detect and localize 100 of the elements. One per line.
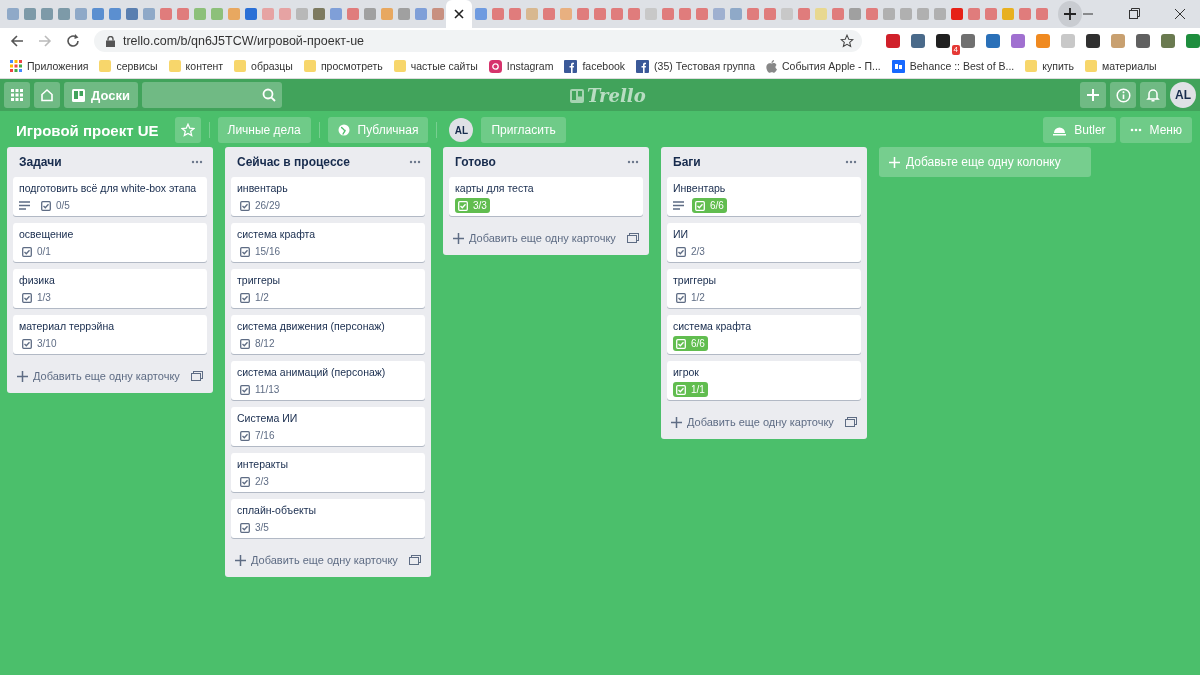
task-card[interactable]: освещение 0/1 <box>13 223 207 262</box>
card-title: Система ИИ <box>237 412 299 424</box>
list-title[interactable]: Баги <box>673 155 701 169</box>
checklist-count: 2/3 <box>673 244 708 259</box>
add-button[interactable] <box>1080 82 1106 108</box>
template-icon[interactable] <box>845 416 857 428</box>
list-title[interactable]: Сейчас в процессе <box>237 155 350 169</box>
bookmark[interactable]: facebook <box>564 59 626 73</box>
folder-icon <box>303 59 316 73</box>
extension-icon[interactable] <box>986 34 1000 48</box>
bookmark-star-icon[interactable] <box>840 34 854 48</box>
more-icon[interactable] <box>409 160 421 164</box>
checkbox-icon <box>22 338 32 349</box>
extension-icon[interactable] <box>961 34 975 48</box>
maximize-icon[interactable] <box>1128 8 1140 20</box>
forward-icon[interactable] <box>37 34 52 48</box>
add-card-button[interactable]: Добавить еще одну карточку <box>671 416 834 428</box>
board-icon <box>72 88 85 102</box>
apps-button[interactable] <box>4 82 30 108</box>
task-card[interactable]: система анимаций (персонаж) 11/13 <box>231 361 425 400</box>
close-icon[interactable] <box>1174 8 1186 20</box>
task-card[interactable]: триггеры 1/2 <box>231 269 425 308</box>
task-card[interactable]: Система ИИ 7/16 <box>231 407 425 446</box>
bookmark[interactable]: просмотреть <box>303 59 383 73</box>
bookmark[interactable]: События Apple - П... <box>766 59 881 73</box>
checkbox-icon <box>240 476 250 487</box>
bookmark[interactable]: (35) Тестовая группа <box>636 59 756 73</box>
info-button[interactable] <box>1110 82 1136 108</box>
task-card[interactable]: подготовить всё для white-box этапа 0/5 <box>13 177 207 216</box>
checklist-badge: 1/1 <box>673 382 708 397</box>
task-card[interactable]: система крафта 6/6 <box>667 315 861 354</box>
task-card[interactable]: система крафта 15/16 <box>231 223 425 262</box>
checkbox-icon <box>22 292 32 303</box>
task-card[interactable]: инвентарь 26/29 <box>231 177 425 216</box>
task-card[interactable]: интеракты 2/3 <box>231 453 425 492</box>
checklist-count: 2/3 <box>237 474 272 489</box>
close-icon[interactable] <box>454 9 464 19</box>
list-title[interactable]: Готово <box>455 155 496 169</box>
extension-icon[interactable] <box>886 34 900 48</box>
extension-icon[interactable] <box>1086 34 1100 48</box>
task-card[interactable]: физика 1/3 <box>13 269 207 308</box>
member-avatar[interactable]: AL <box>449 118 474 142</box>
task-card[interactable]: система движения (персонаж) 8/12 <box>231 315 425 354</box>
task-card[interactable]: Инвентарь 6/6 <box>667 177 861 216</box>
grid-icon <box>11 89 23 101</box>
checklist-count: 0/1 <box>19 244 54 259</box>
bookmark[interactable]: контент <box>168 59 224 73</box>
card-title: материал террэйна <box>19 320 116 332</box>
template-icon[interactable] <box>409 554 421 566</box>
extension-icon[interactable] <box>1136 34 1150 48</box>
task-card[interactable]: игрок 1/1 <box>667 361 861 400</box>
task-card[interactable]: материал террэйна 3/10 <box>13 315 207 354</box>
plus-icon <box>235 554 246 566</box>
task-card[interactable]: ИИ 2/3 <box>667 223 861 262</box>
task-card[interactable]: триггеры 1/2 <box>667 269 861 308</box>
add-card-button[interactable]: Добавить еще одну карточку <box>17 370 180 382</box>
home-button[interactable] <box>34 82 60 108</box>
user-avatar[interactable]: AL <box>1170 82 1196 108</box>
bookmark[interactable]: Приложения <box>10 60 89 72</box>
more-icon[interactable] <box>845 160 857 164</box>
folder-icon <box>99 59 112 73</box>
card-title: система крафта <box>237 228 317 240</box>
task-card[interactable]: карты для теста 3/3 <box>449 177 643 216</box>
reload-icon[interactable] <box>65 34 80 48</box>
extension-icon[interactable] <box>1161 34 1175 48</box>
apps-grid-icon <box>10 60 22 72</box>
bookmark[interactable]: материалы <box>1085 59 1157 73</box>
star-button[interactable] <box>174 117 201 143</box>
bookmark[interactable]: образцы <box>234 59 293 73</box>
add-card-button[interactable]: Добавить еще одну карточку <box>453 232 616 244</box>
extension-icon[interactable] <box>1186 34 1200 48</box>
checklist-badge: 6/6 <box>673 336 708 351</box>
task-card[interactable]: сплайн-объекты 3/5 <box>231 499 425 538</box>
checkbox-icon <box>676 292 686 303</box>
search-field[interactable] <box>141 82 282 108</box>
extension-icon[interactable] <box>936 34 950 48</box>
card-title: триггеры <box>673 274 718 286</box>
folder-icon <box>1025 59 1038 73</box>
browser-tab[interactable] <box>446 0 472 28</box>
bookmark[interactable]: Instagram <box>488 59 554 73</box>
checkbox-icon <box>676 246 686 257</box>
checkbox-icon <box>676 384 686 395</box>
card-title: карты для теста <box>455 182 535 194</box>
new-tab-button[interactable] <box>1058 1 1082 27</box>
bookmark[interactable]: сервисы <box>99 59 158 73</box>
extension-icon[interactable] <box>911 34 925 48</box>
address-field[interactable]: trello.com/b/qn6J5TCW/игровой-проект-ue <box>93 30 862 52</box>
checklist-count: 1/2 <box>673 290 708 305</box>
bookmark[interactable]: частые сайты <box>393 59 478 73</box>
more-icon[interactable] <box>191 160 203 164</box>
template-icon[interactable] <box>191 370 203 382</box>
back-icon[interactable] <box>10 34 24 48</box>
notifications-button[interactable] <box>1140 82 1166 108</box>
plus-icon <box>1064 8 1076 20</box>
bookmark[interactable]: купить <box>1025 59 1075 73</box>
template-icon[interactable] <box>627 232 639 244</box>
more-icon[interactable] <box>627 160 639 164</box>
add-card-button[interactable]: Добавить еще одну карточку <box>235 554 398 566</box>
bookmark[interactable]: Behance :: Best of B... <box>891 59 1015 73</box>
list-title[interactable]: Задачи <box>19 155 62 169</box>
